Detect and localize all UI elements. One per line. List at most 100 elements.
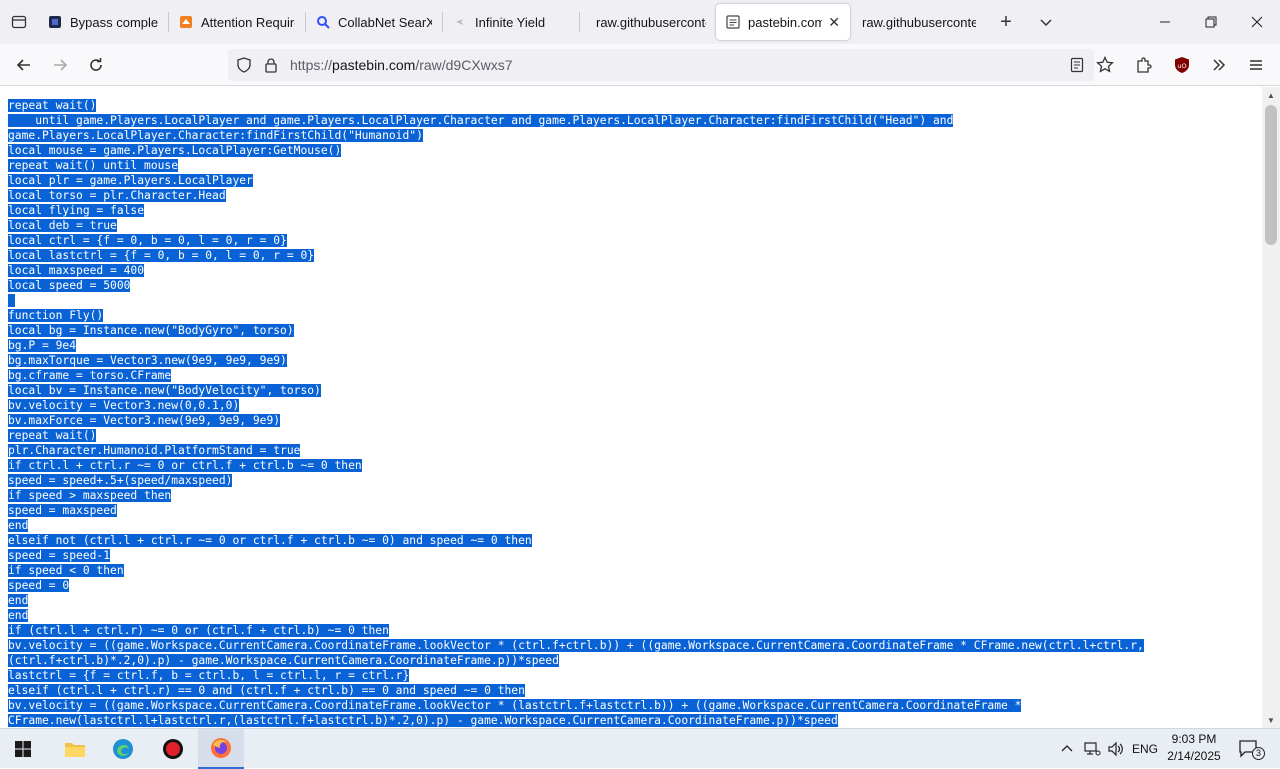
taskbar-firefox[interactable] — [198, 729, 244, 769]
edge-browser-icon — [113, 739, 133, 759]
code-line[interactable]: if (ctrl.l + ctrl.r) ~= 0 or (ctrl.f + c… — [8, 624, 389, 637]
code-line[interactable]: function Fly() — [8, 309, 104, 322]
code-line[interactable]: bv.velocity = Vector3.new(0,0.1,0) — [8, 399, 240, 412]
code-line[interactable]: until game.Players.LocalPlayer and game.… — [8, 114, 954, 127]
address-bar[interactable]: https://pastebin.com/raw/d9CXwxs7 — [228, 49, 1094, 81]
hamburger-menu-icon — [1250, 60, 1262, 70]
code-line[interactable]: end — [8, 609, 29, 622]
more-tools-button[interactable] — [1203, 49, 1235, 81]
url-text[interactable]: https://pastebin.com/raw/d9CXwxs7 — [290, 57, 513, 73]
code-line[interactable]: (ctrl.f+ctrl.b)*.2,0).p) - game.Workspac… — [8, 654, 559, 667]
tracking-protection-shield-icon[interactable] — [236, 57, 252, 73]
code-line[interactable]: local ctrl = {f = 0, b = 0, l = 0, r = 0… — [8, 234, 287, 247]
code-line[interactable]: speed = speed+.5+(speed/maxspeed) — [8, 474, 233, 487]
tab-attention-required[interactable]: Attention Require — [169, 4, 305, 40]
code-line[interactable]: repeat wait() until mouse — [8, 159, 179, 172]
app-menu-button[interactable] — [1240, 49, 1272, 81]
taskbar-record-app[interactable] — [150, 729, 196, 769]
folder-icon — [65, 743, 85, 757]
lock-icon[interactable] — [264, 57, 278, 73]
volume-button[interactable] — [1105, 729, 1127, 769]
code-line[interactable]: speed = maxspeed — [8, 504, 117, 517]
raw-code-text[interactable]: repeat wait() until game.Players.LocalPl… — [0, 87, 1262, 728]
code-line[interactable]: repeat wait() — [8, 99, 97, 112]
reload-button[interactable] — [80, 49, 112, 81]
cloudflare-favicon-icon — [179, 15, 193, 29]
extensions-button[interactable] — [1128, 49, 1160, 81]
code-line[interactable]: local lastctrl = {f = 0, b = 0, l = 0, r… — [8, 249, 315, 262]
code-line[interactable]: local maxspeed = 400 — [8, 264, 145, 277]
code-line[interactable]: local plr = game.Players.LocalPlayer — [8, 174, 253, 187]
code-line[interactable]: bv.velocity = ((game.Workspace.CurrentCa… — [8, 699, 1022, 712]
close-window-button[interactable] — [1234, 0, 1280, 44]
bookmark-button[interactable] — [1089, 49, 1121, 81]
tab-bar: Bypass complete | Attention Require Coll… — [0, 0, 1280, 44]
taskbar-file-explorer[interactable] — [52, 729, 98, 769]
code-line[interactable]: local flying = false — [8, 204, 145, 217]
vertical-scrollbar[interactable]: ▲ ▼ — [1262, 87, 1280, 728]
tab-raw-githubusercontent-2[interactable]: raw.githubuserconte — [850, 4, 986, 40]
code-line[interactable] — [8, 294, 15, 307]
tab-pastebin[interactable]: pastebin.com/r ✕ — [716, 4, 850, 40]
forward-button[interactable] — [44, 49, 76, 81]
network-status-button[interactable] — [1081, 729, 1103, 769]
code-line[interactable]: elseif not (ctrl.l + ctrl.r ~= 0 or ctrl… — [8, 534, 532, 547]
scroll-up-arrow-icon[interactable]: ▲ — [1262, 87, 1280, 103]
firefox-view-button[interactable] — [0, 0, 38, 44]
code-line[interactable]: local bg = Instance.new("BodyGyro", tors… — [8, 324, 294, 337]
code-line[interactable]: end — [8, 519, 29, 532]
close-tab-icon[interactable]: ✕ — [828, 14, 840, 31]
arrow-left-icon — [16, 59, 30, 71]
code-line[interactable]: lastctrl = {f = ctrl.f, b = ctrl.b, l = … — [8, 669, 410, 682]
code-line[interactable]: if ctrl.l + ctrl.r ~= 0 or ctrl.f + ctrl… — [8, 459, 362, 472]
infinite-yield-favicon-icon — [453, 15, 467, 29]
tab-title: Attention Require — [201, 14, 295, 30]
tab-bypass-complete[interactable]: Bypass complete | — [38, 4, 168, 40]
navigation-toolbar: https://pastebin.com/raw/d9CXwxs7 uO — [0, 44, 1280, 86]
show-hidden-icons-button[interactable] — [1058, 729, 1076, 769]
code-line[interactable]: local bv = Instance.new("BodyVelocity", … — [8, 384, 321, 397]
record-icon — [163, 739, 183, 759]
code-line[interactable]: local speed = 5000 — [8, 279, 131, 292]
bypass-favicon-icon — [48, 15, 62, 29]
code-line[interactable]: elseif (ctrl.l + ctrl.r) == 0 and (ctrl.… — [8, 684, 525, 697]
tab-collabnet-searxng[interactable]: CollabNet SearXN — [306, 4, 442, 40]
code-line[interactable]: CFrame.new(lastctrl.l+lastctrl.r,(lastct… — [8, 714, 838, 727]
code-line[interactable]: plr.Character.Humanoid.PlatformStand = t… — [8, 444, 301, 457]
list-all-tabs-button[interactable] — [1026, 0, 1066, 44]
code-line[interactable]: repeat wait() — [8, 429, 97, 442]
code-line[interactable]: end — [8, 594, 29, 607]
start-button[interactable] — [0, 729, 46, 769]
new-tab-button[interactable]: + — [986, 0, 1026, 44]
notification-center-button[interactable]: 3 — [1232, 729, 1266, 769]
code-line[interactable]: local mouse = game.Players.LocalPlayer:G… — [8, 144, 342, 157]
tab-raw-githubusercontent[interactable]: raw.githubuserconte — [580, 4, 716, 40]
scrollbar-thumb[interactable] — [1265, 105, 1277, 245]
code-line[interactable]: speed = speed-1 — [8, 549, 111, 562]
taskbar-clock[interactable]: 9:03 PM 2/14/2025 — [1166, 731, 1222, 765]
code-line[interactable]: if speed < 0 then — [8, 564, 124, 577]
taskbar-edge[interactable] — [100, 729, 146, 769]
code-line[interactable]: speed = 0 — [8, 579, 70, 592]
restore-button[interactable] — [1188, 0, 1234, 44]
plus-icon: + — [1000, 10, 1012, 33]
code-line[interactable]: local deb = true — [8, 219, 117, 232]
windows-logo-icon — [15, 741, 31, 757]
code-line[interactable]: local torso = plr.Character.Head — [8, 189, 226, 202]
minimize-button[interactable] — [1142, 0, 1188, 44]
code-line[interactable]: bv.maxForce = Vector3.new(9e9, 9e9, 9e9) — [8, 414, 281, 427]
scroll-down-arrow-icon[interactable]: ▼ — [1262, 712, 1280, 728]
input-language-indicator[interactable]: ENG — [1130, 729, 1160, 769]
back-button[interactable] — [8, 49, 40, 81]
tab-infinite-yield[interactable]: Infinite Yield — [443, 4, 579, 40]
page-content[interactable]: repeat wait() until game.Players.LocalPl… — [0, 87, 1262, 728]
code-line[interactable]: bg.P = 9e4 — [8, 339, 77, 352]
ublock-origin-button[interactable]: uO — [1166, 49, 1198, 81]
code-line[interactable]: game.Players.LocalPlayer.Character:findF… — [8, 129, 423, 142]
code-line[interactable]: bg.maxTorque = Vector3.new(9e9, 9e9, 9e9… — [8, 354, 287, 367]
code-line[interactable]: bg.cframe = torso.CFrame — [8, 369, 172, 382]
notification-count-badge: 3 — [1252, 747, 1265, 760]
arrow-right-icon — [54, 59, 68, 71]
code-line[interactable]: bv.velocity = ((game.Workspace.CurrentCa… — [8, 639, 1144, 652]
code-line[interactable]: if speed > maxspeed then — [8, 489, 172, 502]
